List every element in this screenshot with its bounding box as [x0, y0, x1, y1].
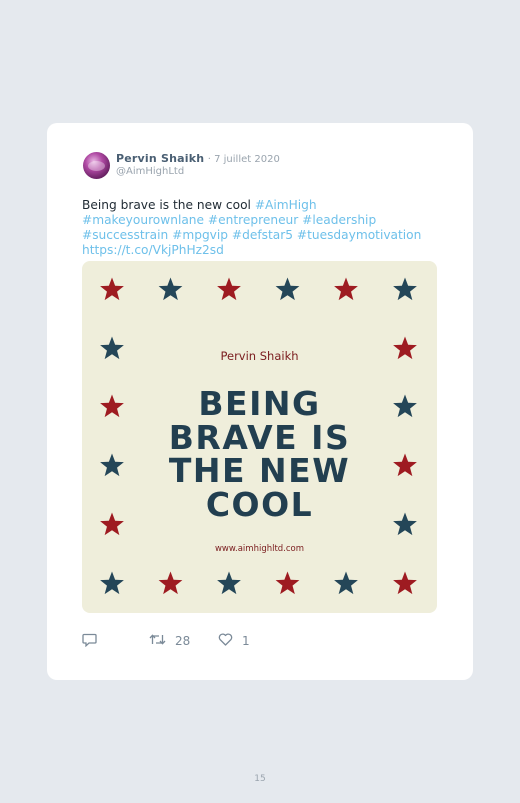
- retweet-count: 28: [175, 634, 191, 648]
- image-author-name: Pervin Shaikh: [220, 349, 299, 363]
- retweet-button[interactable]: 28: [149, 633, 190, 649]
- star-top-3: [217, 277, 241, 301]
- star-top-4: [275, 277, 300, 301]
- avatar[interactable]: [83, 152, 110, 179]
- star-bottom-4: [275, 571, 300, 595]
- star-bottom-2: [158, 571, 183, 595]
- image-url: www.aimhighltd.com: [214, 544, 305, 554]
- headline-line-4: COOL: [205, 484, 314, 524]
- page: Pervin Shaikh · 7 juillet 2020 @AimHighL…: [0, 0, 520, 803]
- like-count: 1: [242, 634, 250, 648]
- reply-button[interactable]: [82, 633, 97, 650]
- tweet-text-plain: Being brave is the new cool: [82, 198, 255, 212]
- author-handle[interactable]: @AimHighLtd: [116, 166, 184, 177]
- tweet-card: Pervin Shaikh · 7 juillet 2020 @AimHighL…: [47, 123, 473, 680]
- tweet-date[interactable]: · 7 juillet 2020: [208, 154, 280, 165]
- headline-line-2: BRAVE IS: [168, 417, 351, 457]
- star-bottom-6: [393, 571, 417, 595]
- star-top-5: [334, 277, 358, 301]
- page-number: 15: [254, 774, 266, 784]
- star-bottom-1: [100, 571, 124, 595]
- image-headline: BEING BRAVE IS THE NEW COOL: [82, 387, 437, 521]
- retweet-icon: [149, 633, 166, 649]
- star-top-2: [158, 277, 183, 301]
- tweet-text: Being brave is the new cool #AimHigh #ma…: [82, 198, 442, 258]
- heart-icon: [218, 633, 233, 649]
- author-name[interactable]: Pervin Shaikh: [116, 152, 204, 165]
- tweet-actions: 28 1: [82, 633, 442, 651]
- headline-line-3: THE NEW: [168, 451, 351, 490]
- star-bottom-5: [334, 571, 358, 595]
- star-bottom-3: [217, 571, 241, 595]
- star-top-1: [100, 277, 124, 301]
- like-button[interactable]: 1: [218, 633, 250, 649]
- reply-icon: [82, 633, 97, 650]
- author-row: Pervin Shaikh · 7 juillet 2020: [116, 152, 280, 165]
- tweet-image[interactable]: Pervin Shaikh BEING BRAVE IS THE NEW COO…: [82, 261, 437, 613]
- star-top-6: [393, 277, 417, 301]
- headline-line-1: BEING: [198, 384, 321, 423]
